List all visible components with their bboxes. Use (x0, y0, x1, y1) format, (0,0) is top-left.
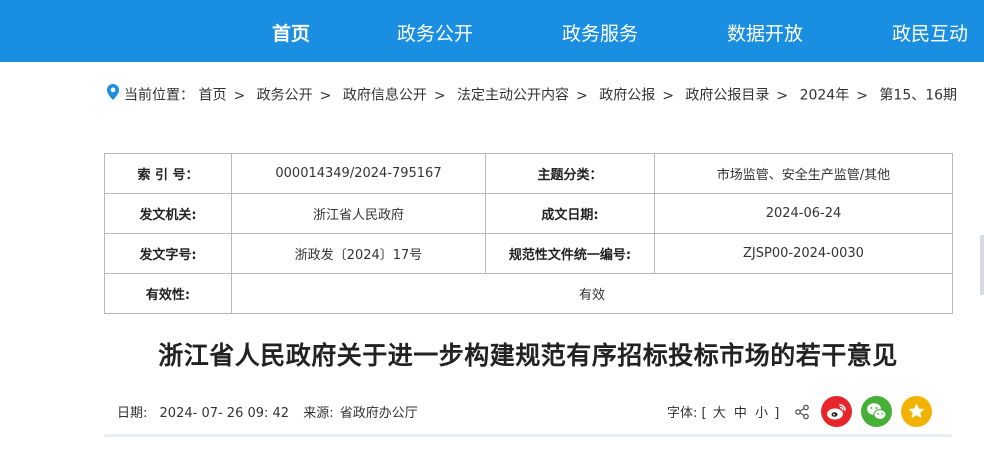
font-size-large-button[interactable]: 大 (713, 406, 726, 421)
breadcrumb-separator: > (433, 87, 446, 104)
article-info: 日期: 2024- 07- 26 09: 42 来源: 省政府办公厅 (117, 402, 420, 421)
breadcrumb-separator: > (776, 87, 789, 104)
breadcrumb-separator: > (576, 87, 588, 104)
breadcrumb-item[interactable]: 政府公报 (599, 88, 655, 104)
index-label: 索 引 号： (104, 153, 232, 194)
font-size-close-bracket: ] (774, 406, 780, 421)
validity-label: 有效性: (104, 273, 232, 314)
breadcrumb-item[interactable]: 第15、16期 (879, 88, 957, 104)
scrollbar-thumb[interactable] (980, 235, 984, 295)
font-size-label: 字体: [ (667, 406, 707, 421)
page-title: 浙江省人民政府关于进一步构建规范有序招标投标市场的若干意见 (158, 341, 898, 370)
favorite-button[interactable] (901, 396, 932, 427)
date-label: 成文日期: (485, 193, 655, 234)
table-row: 发文机关: 浙江省人民政府 成文日期: 2024-06-24 (104, 193, 953, 234)
table-row: 发文字号: 浙政发〔2024〕17号 规范性文件统一编号: ZJSP00-202… (104, 233, 953, 274)
weibo-icon (827, 404, 846, 420)
validity-value: 有效 (231, 273, 953, 314)
issuer-label: 发文机关: (104, 193, 232, 234)
source-label: 来源: (303, 406, 334, 421)
breadcrumb-item[interactable]: 首页 (198, 88, 226, 104)
breadcrumb-separator: > (233, 87, 246, 104)
source-value: 省政府办公厅 (339, 406, 418, 421)
font-size-switcher: 字体: [ 大 中 小 ] (667, 402, 779, 421)
breadcrumb-item[interactable]: 法定主动公开内容 (457, 88, 569, 104)
wechat-share-button[interactable] (861, 396, 892, 427)
table-row: 索 引 号： 000014349/2024-795167 主题分类： 市场监管、… (104, 153, 953, 194)
topic-label: 主题分类： (485, 153, 655, 194)
publish-date: 2024- 07- 26 09: 42 (159, 406, 290, 421)
code-value: ZJSP00-2024-0030 (654, 233, 953, 274)
code-label: 规范性文件统一编号: (485, 233, 655, 274)
breadcrumb-item[interactable]: 政务公开 (257, 88, 313, 104)
location-pin-icon (107, 84, 119, 106)
table-row: 有效性: 有效 (104, 273, 953, 314)
weibo-share-button[interactable] (821, 396, 852, 427)
breadcrumb-separator: > (319, 87, 332, 104)
index-value: 000014349/2024-795167 (231, 153, 486, 194)
date-label: 日期: (117, 406, 148, 421)
issuer-value: 浙江省人民政府 (231, 193, 486, 234)
nav-item-gov-services[interactable]: 政务服务 (562, 0, 638, 62)
share-icon[interactable] (794, 404, 810, 424)
docno-value: 浙政发〔2024〕17号 (231, 233, 486, 274)
breadcrumb: 当前位置： 首页 > 政务公开 > 政府信息公开 > 法定主动公开内容 > 政府公报 > … (107, 84, 984, 106)
font-size-small-button[interactable]: 小 (755, 406, 768, 421)
wechat-icon (867, 403, 887, 420)
nav-item-open-data[interactable]: 数据开放 (727, 0, 803, 62)
document-meta-table: 索 引 号： 000014349/2024-795167 主题分类： 市场监管、… (104, 153, 953, 314)
breadcrumb-item[interactable]: 政府公报目录 (685, 88, 769, 104)
top-nav: 首页 政务公开 政务服务 数据开放 政民互动 (0, 0, 984, 62)
docno-label: 发文字号: (104, 233, 232, 274)
font-size-medium-button[interactable]: 中 (734, 406, 747, 421)
nav-item-interaction[interactable]: 政民互动 (892, 0, 968, 62)
breadcrumb-separator: > (662, 87, 674, 104)
header-divider (104, 434, 952, 437)
breadcrumb-item[interactable]: 2024年 (800, 88, 850, 104)
nav-item-gov-affairs-open[interactable]: 政务公开 (397, 0, 473, 62)
breadcrumb-separator: > (856, 87, 868, 104)
breadcrumb-item[interactable]: 政府信息公开 (343, 88, 427, 104)
date-value: 2024-06-24 (654, 193, 953, 234)
topic-value: 市场监管、安全生产监管/其他 (654, 153, 953, 194)
nav-item-home[interactable]: 首页 (272, 0, 310, 62)
breadcrumb-label: 当前位置： (124, 87, 194, 104)
favorite-icon (908, 403, 925, 419)
